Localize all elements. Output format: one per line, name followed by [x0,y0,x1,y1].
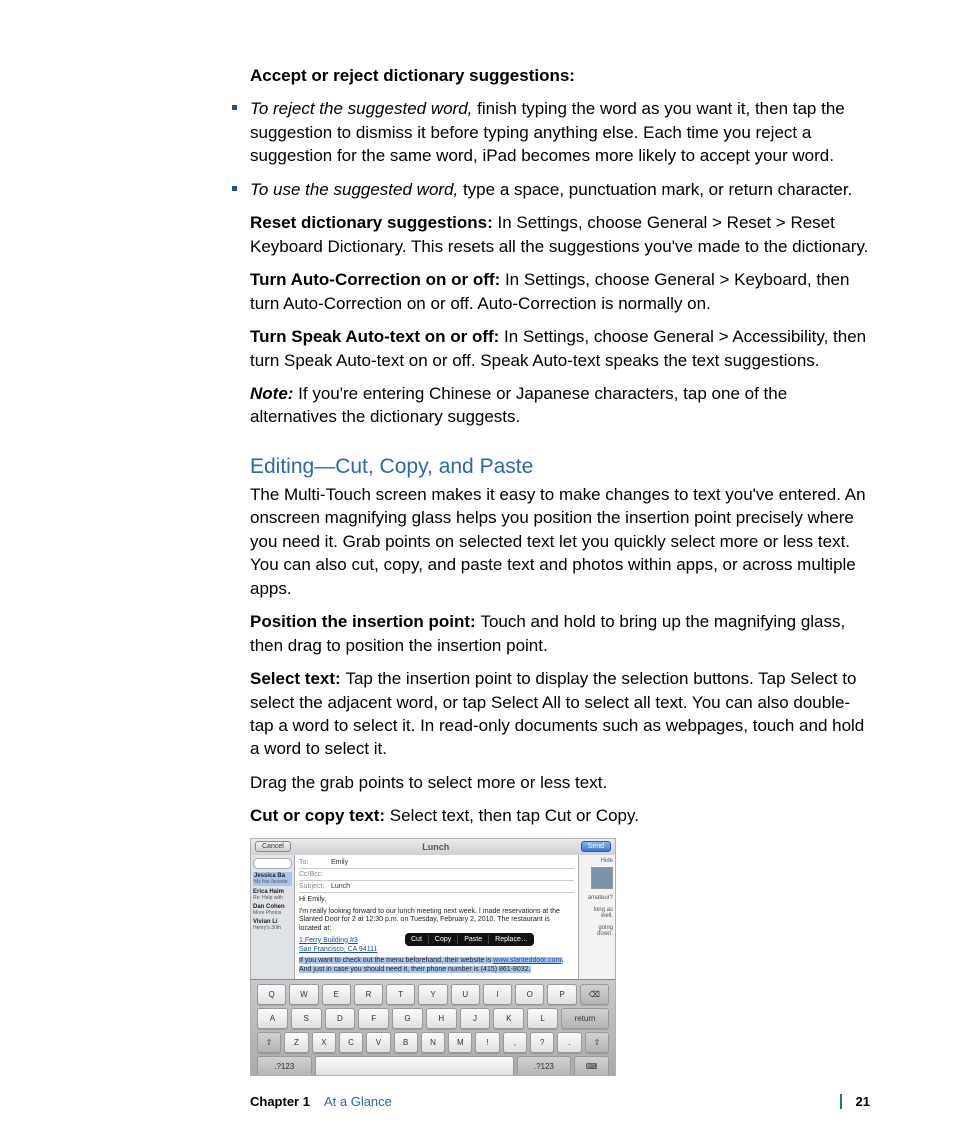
page-number: 21 [840,1094,870,1109]
popover-cut[interactable]: Cut [405,935,429,944]
chapter-title: At a Glance [324,1094,392,1109]
key[interactable]: ! [475,1032,499,1053]
sidebar-mail-item[interactable]: Dan CohenMore Photos [253,904,292,916]
key[interactable]: G [392,1008,423,1029]
note-para: Note: If you're entering Chinese or Japa… [250,382,870,429]
key[interactable]: return [561,1008,609,1029]
key[interactable]: E [322,984,351,1005]
preview-column: Hide amateur?long as well.going down. [579,855,615,979]
key[interactable]: . [557,1032,581,1053]
key[interactable]: W [289,984,318,1005]
key[interactable]: O [515,984,544,1005]
key[interactable]: D [325,1008,356,1029]
drag-para: Drag the grab points to select more or l… [250,771,870,794]
key[interactable]: F [358,1008,389,1029]
cut-copy-para: Cut or copy text: Select text, then tap … [250,804,870,827]
key[interactable]: A [257,1008,288,1029]
document-body: Accept or reject dictionary suggestions:… [250,64,870,1076]
key[interactable]: X [312,1032,336,1053]
editing-intro: The Multi-Touch screen makes it easy to … [250,483,870,600]
avatar [591,867,613,889]
key[interactable]: Z [284,1032,308,1053]
key[interactable]: T [386,984,415,1005]
popover-replace[interactable]: Replace… [489,935,534,944]
key[interactable]: , [503,1032,527,1053]
ipad-screenshot: Cancel Lunch Send Jessica BaMy five favo… [250,838,616,1076]
sidebar-mail-item[interactable]: Jessica BaMy five favorite [253,872,292,886]
send-button[interactable]: Send [581,841,611,852]
hide-link[interactable]: Hide [581,858,613,864]
compose-title: Lunch [422,842,449,852]
key[interactable]: C [339,1032,363,1053]
cancel-button[interactable]: Cancel [255,841,291,852]
key[interactable]: N [421,1032,445,1053]
section-heading-editing: Editing—Cut, Copy, and Paste [250,455,870,479]
select-text-para: Select text: Tap the insertion point to … [250,667,870,761]
key[interactable]: Q [257,984,286,1005]
bullet-reject: To reject the suggested word, finish typ… [250,97,870,167]
chapter-label: Chapter 1 [250,1094,310,1109]
sidebar-mail-item[interactable]: Erica HaimRe: Help with [253,889,292,901]
key[interactable]: B [394,1032,418,1053]
key[interactable]: S [291,1008,322,1029]
key[interactable]: L [527,1008,558,1029]
key[interactable]: Y [418,984,447,1005]
key[interactable]: J [460,1008,491,1029]
key[interactable]: .?123 [257,1056,312,1076]
bullet-use: To use the suggested word, type a space,… [250,178,870,201]
mailbox-sidebar: Jessica BaMy five favorite Erica HaimRe: … [251,855,295,979]
compose-toolbar: Cancel Lunch Send [251,839,615,856]
key[interactable]: ? [530,1032,554,1053]
edit-popover: Cut Copy Paste Replace… [405,933,534,946]
popover-copy[interactable]: Copy [429,935,458,944]
compose-pane: To:Emily Cc/Bcc: Subject:Lunch Hi Emily,… [295,855,579,979]
sidebar-mail-item[interactable]: Vivian LiHenry's 30th [253,919,292,931]
autocorrection-para: Turn Auto-Correction on or off: In Setti… [250,268,870,315]
key[interactable]: H [426,1008,457,1029]
onscreen-keyboard: QWERTYUIOP⌫ ASDFGHJKLreturn ⇧ZXCVBNM!,?.… [251,979,615,1075]
key[interactable]: P [547,984,576,1005]
key[interactable]: ⌫ [580,984,609,1005]
page-footer: Chapter 1 At a Glance 21 [250,1094,870,1109]
position-para: Position the insertion point: Touch and … [250,610,870,657]
key[interactable]: .?123 [517,1056,572,1076]
key[interactable]: ⇧ [257,1032,281,1053]
key[interactable]: M [448,1032,472,1053]
key[interactable] [315,1056,514,1076]
key[interactable]: K [493,1008,524,1029]
reset-para: Reset dictionary suggestions: In Setting… [250,211,870,258]
accept-heading: Accept or reject dictionary suggestions: [250,66,575,85]
popover-paste[interactable]: Paste [458,935,489,944]
key[interactable]: ⌨ [574,1056,609,1076]
key[interactable]: R [354,984,383,1005]
key[interactable]: V [366,1032,390,1053]
key[interactable]: ⇧ [585,1032,609,1053]
speak-autotext-para: Turn Speak Auto-text on or off: In Setti… [250,325,870,372]
key[interactable]: U [451,984,480,1005]
key[interactable]: I [483,984,512,1005]
search-input[interactable] [253,858,292,869]
